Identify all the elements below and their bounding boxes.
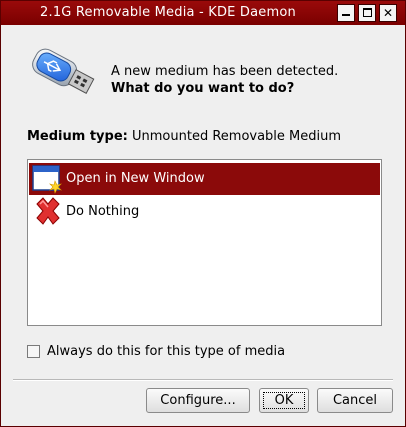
list-item-label: Open in New Window — [66, 171, 205, 186]
cancel-button[interactable]: Cancel — [317, 388, 393, 413]
list-item-label: Do Nothing — [66, 204, 140, 219]
medium-type-value: Unmounted Removable Medium — [132, 129, 342, 144]
divider — [13, 379, 393, 381]
maximize-icon — [362, 8, 372, 17]
configure-button[interactable]: Configure... — [146, 388, 250, 413]
always-do-this-label[interactable]: Always do this for this type of media — [47, 344, 285, 359]
detected-message: A new medium has been detected. — [111, 64, 339, 79]
usb-drive-icon — [32, 48, 95, 94]
dialog-window: 2.1G Removable Media - KDE Daemon ✕ A ne… — [0, 0, 406, 427]
ok-button[interactable]: OK — [259, 388, 309, 413]
maximize-button[interactable] — [358, 4, 376, 22]
medium-type-label: Medium type: — [27, 129, 128, 144]
medium-type-row: Medium type: Unmounted Removable Medium — [27, 129, 341, 144]
minimize-button[interactable] — [337, 4, 355, 22]
minimize-icon — [342, 14, 350, 16]
list-item-do-nothing[interactable]: Do Nothing — [29, 196, 380, 228]
red-x-icon — [36, 197, 60, 225]
close-button[interactable]: ✕ — [379, 4, 397, 22]
new-window-icon — [32, 165, 62, 194]
window-title: 2.1G Removable Media - KDE Daemon — [40, 5, 296, 20]
focus-indicator — [263, 392, 305, 409]
list-item-open-new-window[interactable]: Open in New Window — [29, 163, 380, 195]
always-do-this-checkbox[interactable] — [27, 345, 40, 358]
action-list[interactable]: Open in New Window Do Nothing — [27, 159, 382, 326]
question-message: What do you want to do? — [111, 81, 295, 96]
title-bar[interactable]: 2.1G Removable Media - KDE Daemon ✕ — [1, 1, 405, 25]
close-icon: ✕ — [382, 6, 394, 20]
